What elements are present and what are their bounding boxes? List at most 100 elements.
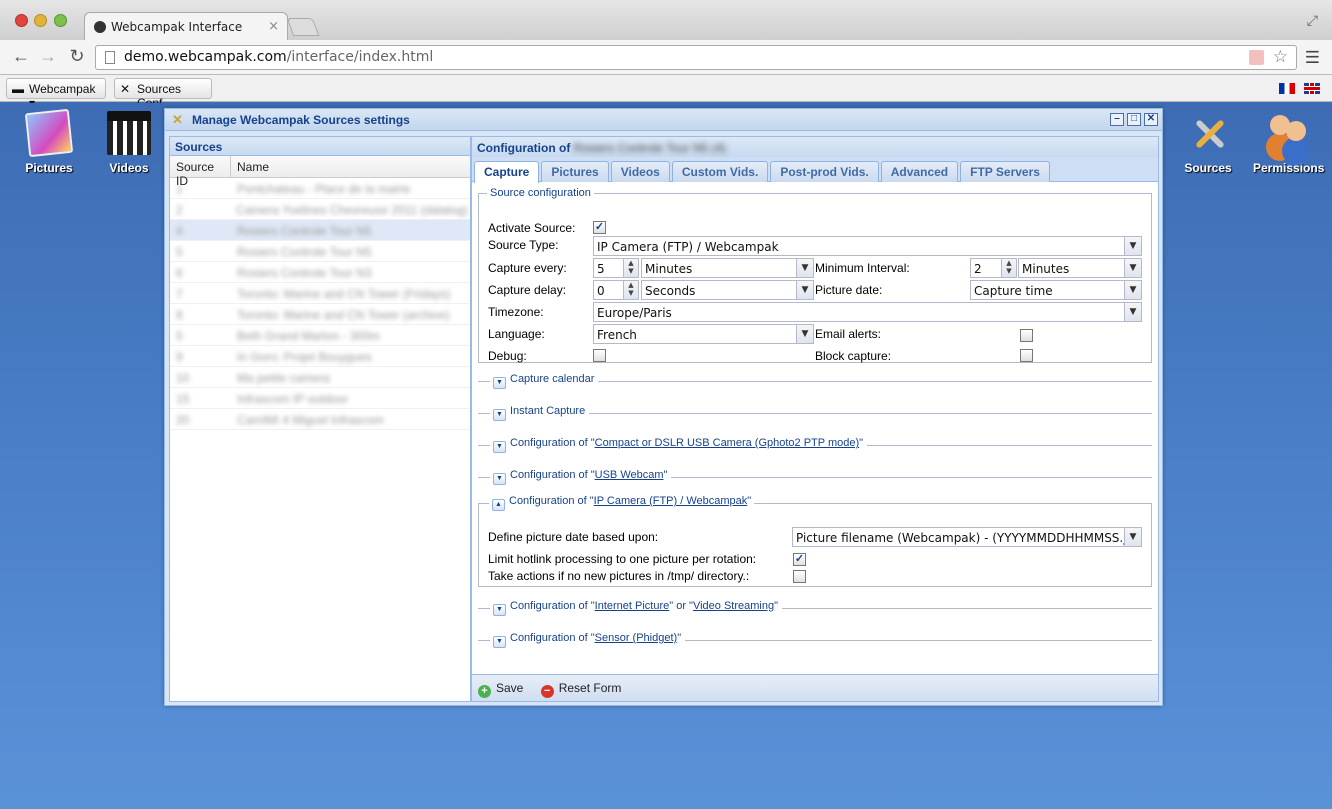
browser-menu-icon[interactable]: ☰ bbox=[1305, 48, 1320, 68]
table-row[interactable]: 7 Toronto: Marine and CN Tower (Fridays) bbox=[170, 283, 470, 304]
chevron-down-icon[interactable]: ▼ bbox=[1124, 303, 1141, 321]
expand-icon[interactable]: ▼ bbox=[493, 636, 506, 648]
bookmark-star-icon[interactable]: ☆ bbox=[1273, 47, 1288, 67]
ipcam-link[interactable]: IP Camera (FTP) / Webcampak bbox=[594, 495, 748, 507]
desktop-icon-permissions[interactable]: Permissions bbox=[1253, 111, 1324, 175]
source-id-cell: 4 bbox=[176, 224, 183, 238]
back-icon[interactable]: ← bbox=[10, 46, 32, 67]
plus-circle-icon: + bbox=[478, 685, 491, 698]
spinner-icon[interactable]: ▲ ▼ bbox=[623, 259, 638, 277]
extension-icon[interactable] bbox=[1249, 50, 1264, 65]
desktop-icon-sources[interactable]: Sources bbox=[1173, 111, 1243, 175]
table-row[interactable]: 4 Rosiers Controle Tour N5 bbox=[170, 220, 470, 241]
new-tab-button[interactable] bbox=[286, 18, 320, 36]
tab-capture[interactable]: Capture bbox=[474, 161, 540, 183]
expand-icon[interactable]: ▼ bbox=[493, 409, 506, 421]
usb-webcam-config-section[interactable]: ▼ Configuration of "USB Webcam" bbox=[478, 469, 1152, 485]
table-row[interactable]: 20 CamIMI 4 Miguel Infrascom bbox=[170, 409, 470, 430]
tab-advanced[interactable]: Advanced bbox=[880, 161, 959, 182]
minimize-window-icon[interactable] bbox=[34, 14, 47, 27]
column-name[interactable]: Name bbox=[231, 156, 275, 177]
spinner-icon[interactable]: ▲ ▼ bbox=[1001, 259, 1016, 277]
expand-icon[interactable]: ▼ bbox=[493, 441, 506, 453]
tab-pictures[interactable]: Pictures bbox=[541, 161, 609, 182]
tab-post-prod-vids[interactable]: Post-prod Vids. bbox=[770, 161, 879, 182]
maximize-icon[interactable]: □ bbox=[1127, 113, 1141, 126]
address-bar[interactable]: demo.webcampak.com/interface/index.html … bbox=[95, 45, 1297, 70]
limit-hotlink-checkbox[interactable]: ✓ bbox=[793, 553, 806, 566]
sources-conf-button[interactable]: ✕ Sources Conf. bbox=[114, 78, 212, 110]
window-titlebar[interactable]: ✕ Manage Webcampak Sources settings – □ … bbox=[165, 109, 1162, 131]
table-row[interactable]: 5 Rosiers Controle Tour N5 bbox=[170, 241, 470, 262]
configuration-panel: Configuration of Rosiers Controle Tour N… bbox=[471, 136, 1159, 702]
sensor-config-section[interactable]: ▼ Configuration of "Sensor (Phidget)" bbox=[478, 632, 1152, 648]
video-streaming-link[interactable]: Video Streaming bbox=[693, 600, 774, 612]
debug-checkbox[interactable] bbox=[593, 349, 606, 362]
define-date-select[interactable]: Picture filename (Webcampak) - (YYYYMMDD… bbox=[792, 527, 1142, 547]
table-row[interactable]: 6 Rosiers Controle Tour N3 bbox=[170, 262, 470, 283]
chevron-down-icon[interactable]: ▼ bbox=[1124, 237, 1141, 255]
email-alerts-checkbox[interactable] bbox=[1020, 329, 1033, 342]
language-select[interactable]: French ▼ bbox=[593, 324, 814, 344]
block-capture-checkbox[interactable] bbox=[1020, 349, 1033, 362]
chevron-down-icon[interactable]: ▼ bbox=[796, 281, 813, 299]
min-interval-stepper[interactable]: 2 ▲ ▼ bbox=[970, 258, 1017, 278]
table-row[interactable]: 5 Beth Grand Marton - 300m bbox=[170, 325, 470, 346]
tab-ftp-servers[interactable]: FTP Servers bbox=[960, 161, 1050, 182]
capture-calendar-section[interactable]: ▼ Capture calendar bbox=[478, 373, 1152, 389]
chevron-down-icon[interactable]: ▼ bbox=[796, 325, 813, 343]
language-value: French bbox=[597, 328, 637, 342]
capture-delay-unit-select[interactable]: Seconds ▼ bbox=[641, 280, 814, 300]
zoom-window-icon[interactable] bbox=[54, 14, 67, 27]
collapse-icon[interactable]: ▲ bbox=[492, 499, 505, 511]
chevron-down-icon[interactable]: ▼ bbox=[796, 259, 813, 277]
table-row[interactable]: 1 Pontchateau - Place de la mairie bbox=[170, 178, 470, 199]
close-icon[interactable]: ✕ bbox=[1144, 113, 1158, 126]
reset-form-button[interactable]: − Reset Form bbox=[540, 681, 621, 698]
min-interval-unit-select[interactable]: Minutes ▼ bbox=[1018, 258, 1142, 278]
table-row[interactable]: 9 In Goro: Projet Bouygues bbox=[170, 346, 470, 367]
table-row[interactable]: 15 Infrascom IP outdoor bbox=[170, 388, 470, 409]
webcampak-menu-button[interactable]: ▬ Webcampak ▾ bbox=[6, 78, 106, 110]
expand-icon[interactable]: ▼ bbox=[493, 604, 506, 616]
expand-icon[interactable]: ▼ bbox=[493, 473, 506, 485]
chevron-down-icon[interactable]: ▼ bbox=[1124, 259, 1141, 277]
gphoto-link[interactable]: Compact or DSLR USB Camera (Gphoto2 PTP … bbox=[595, 437, 860, 449]
minimize-icon[interactable]: – bbox=[1110, 113, 1124, 126]
table-row[interactable]: 8 Toronto: Marine and CN Tower (archive) bbox=[170, 304, 470, 325]
chevron-down-icon[interactable]: ▼ bbox=[1124, 281, 1141, 299]
internet-picture-config-section[interactable]: ▼ Configuration of "Internet Picture" or … bbox=[478, 600, 1152, 616]
instant-capture-section[interactable]: ▼ Instant Capture bbox=[478, 405, 1152, 421]
tab-videos[interactable]: Videos bbox=[610, 161, 670, 182]
fullscreen-icon[interactable]: ⤢ bbox=[1307, 12, 1318, 29]
picture-date-select[interactable]: Capture time ▼ bbox=[970, 280, 1142, 300]
tab-custom-vids[interactable]: Custom Vids. bbox=[671, 161, 769, 182]
take-actions-checkbox[interactable] bbox=[793, 570, 806, 583]
forward-icon[interactable]: → bbox=[37, 46, 59, 67]
sensor-link[interactable]: Sensor (Phidget) bbox=[595, 632, 678, 644]
table-row[interactable]: 2 Camera Yvelines Chevreuse 2011 (datalog… bbox=[170, 199, 470, 220]
usb-webcam-link[interactable]: USB Webcam bbox=[595, 469, 664, 481]
desktop-icon-pictures[interactable]: Pictures bbox=[14, 108, 84, 175]
capture-every-stepper[interactable]: 5 ▲ ▼ bbox=[593, 258, 639, 278]
capture-delay-stepper[interactable]: 0 ▲ ▼ bbox=[593, 280, 639, 300]
english-flag-icon[interactable] bbox=[1304, 83, 1320, 95]
tab-close-icon[interactable]: × bbox=[268, 19, 279, 34]
french-flag-icon[interactable] bbox=[1278, 83, 1295, 95]
desktop-icon-videos[interactable]: Videos bbox=[94, 111, 164, 175]
spinner-icon[interactable]: ▲ ▼ bbox=[623, 281, 638, 299]
browser-tab[interactable]: Webcampak Interface × bbox=[84, 12, 288, 40]
capture-every-unit-select[interactable]: Minutes ▼ bbox=[641, 258, 814, 278]
source-type-select[interactable]: IP Camera (FTP) / Webcampak ▼ bbox=[593, 236, 1142, 256]
internet-picture-link[interactable]: Internet Picture bbox=[595, 600, 670, 612]
save-button[interactable]: + Save bbox=[478, 681, 523, 698]
gphoto-config-section[interactable]: ▼ Configuration of "Compact or DSLR USB C… bbox=[478, 437, 1152, 453]
close-window-icon[interactable] bbox=[15, 14, 28, 27]
column-source-id[interactable]: Source ID bbox=[170, 156, 231, 188]
activate-source-checkbox[interactable]: ✓ bbox=[593, 221, 606, 234]
timezone-select[interactable]: Europe/Paris ▼ bbox=[593, 302, 1142, 322]
expand-icon[interactable]: ▼ bbox=[493, 377, 506, 389]
reload-icon[interactable]: ↻ bbox=[66, 46, 88, 67]
chevron-down-icon[interactable]: ▼ bbox=[1124, 528, 1141, 546]
table-row[interactable]: 10 Ma petite camera bbox=[170, 367, 470, 388]
